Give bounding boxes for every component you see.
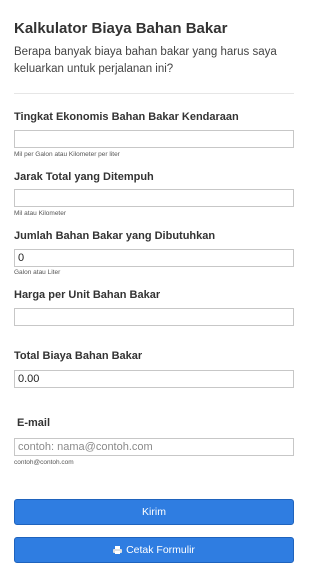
form-subtitle: Berapa banyak biaya bahan bakar yang har… bbox=[14, 46, 277, 75]
price-input[interactable] bbox=[14, 308, 294, 326]
fuel-needed-label: Jumlah Bahan Bakar yang Dibutuhkan bbox=[14, 230, 216, 242]
form-title: Kalkulator Biaya Bahan Bakar bbox=[14, 20, 228, 37]
header-divider bbox=[14, 93, 294, 94]
total-cost-label: Total Biaya Bahan Bakar bbox=[14, 350, 143, 362]
email-label: E-mail bbox=[17, 417, 51, 429]
submit-button[interactable]: Kirim bbox=[14, 499, 294, 525]
price-label: Harga per Unit Bahan Bakar bbox=[14, 289, 161, 301]
submit-button-label: Kirim bbox=[142, 506, 166, 518]
email-hint: contoh@contoh.com bbox=[14, 459, 74, 466]
economy-label: Tingkat Ekonomis Bahan Bakar Kendaraan bbox=[14, 111, 239, 123]
economy-hint: Mil per Galon atau Kilometer per liter bbox=[14, 151, 120, 158]
distance-hint: Mil atau Kilometer bbox=[14, 210, 67, 217]
print-form-button[interactable]: Cetak Formulir bbox=[14, 537, 294, 563]
fuel-needed-input[interactable]: 0 bbox=[14, 249, 294, 267]
print-button-label: Cetak Formulir bbox=[126, 544, 195, 556]
distance-label: Jarak Total yang Ditempuh bbox=[14, 171, 154, 183]
distance-input[interactable] bbox=[14, 189, 294, 207]
printer-icon bbox=[113, 546, 123, 554]
email-input[interactable]: contoh: nama@contoh.com bbox=[14, 438, 294, 456]
fuel-needed-hint: Galon atau Liter bbox=[14, 269, 61, 276]
total-cost-input[interactable]: 0.00 bbox=[14, 370, 294, 388]
economy-input[interactable] bbox=[14, 130, 294, 148]
